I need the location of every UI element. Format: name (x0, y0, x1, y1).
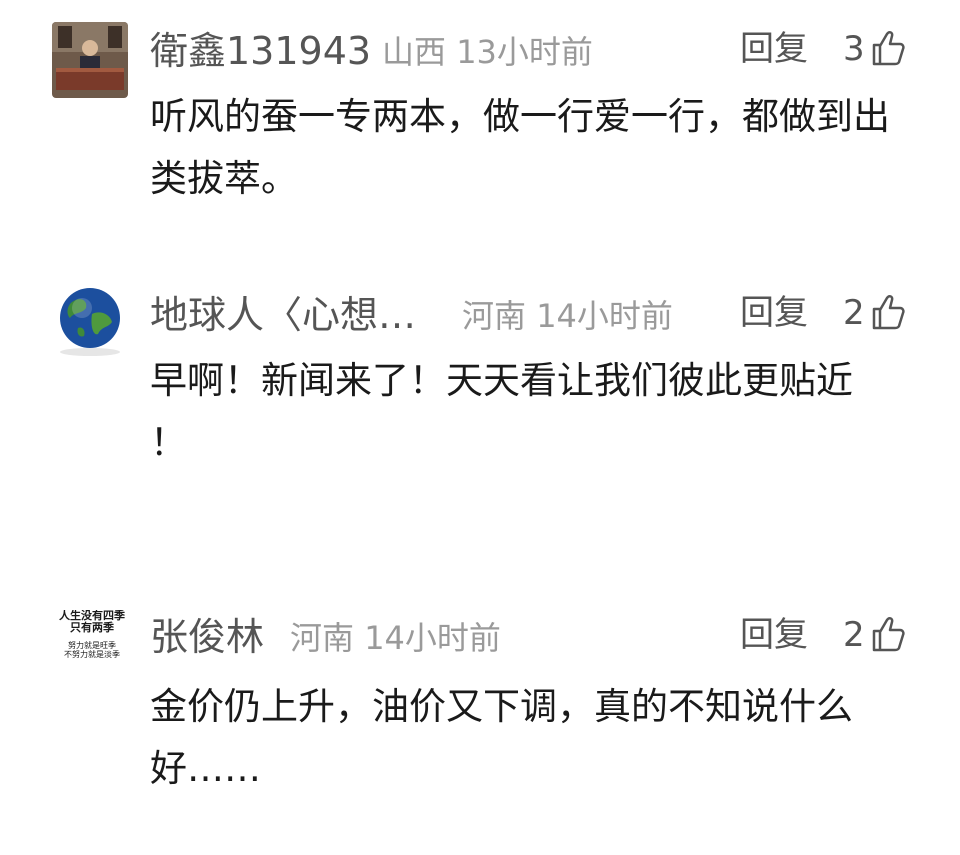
timestamp: 13小时前 (456, 33, 593, 71)
globe-avatar-icon (52, 284, 128, 360)
avatar[interactable] (52, 22, 128, 98)
like-button[interactable]: 2 (843, 293, 905, 336)
comment-meta: 山西 13小时前 (382, 36, 593, 68)
like-count: 3 (843, 29, 865, 69)
comment-item: 人生没有四季 只有两季 努力就是旺季 不努力就是淡季 张俊林 河南 14小时前 … (0, 600, 960, 830)
person-desk-photo-avatar-icon (52, 22, 128, 98)
thumbs-up-icon (871, 294, 905, 336)
username[interactable]: 衛鑫131943 (150, 32, 371, 70)
reply-button[interactable]: 回复 (740, 32, 808, 66)
timestamp: 14小时前 (364, 619, 501, 657)
timestamp: 14小时前 (536, 297, 673, 335)
avatar[interactable]: 人生没有四季 只有两季 努力就是旺季 不努力就是淡季 (52, 610, 132, 686)
username[interactable]: 张俊林 (150, 618, 264, 656)
like-button[interactable]: 3 (843, 29, 905, 72)
comment-text: 早啊！新闻来了！天天看让我们彼此更贴近 ！ (150, 359, 853, 464)
reply-button[interactable]: 回复 (740, 296, 808, 330)
comment-text: 听风的蚕一专两本，做一行爱一行，都做到出类拔萃。 (150, 95, 890, 200)
comment-text: 金价仍上升，油价又下调，真的不知说什么好…… (150, 685, 853, 790)
username[interactable]: 地球人〈心想… (150, 296, 416, 334)
thumbs-up-icon (871, 30, 905, 72)
reply-button[interactable]: 回复 (740, 618, 808, 652)
location: 河南 (290, 619, 355, 657)
comment-meta: 河南 14小时前 (462, 300, 673, 332)
comment-item: 地球人〈心想… 河南 14小时前 回复 2 早啊！新闻来了！天天看让我们彼此更贴… (0, 270, 960, 570)
comment-meta: 河南 14小时前 (290, 622, 501, 654)
calligraphy-avatar-icon: 人生没有四季 只有两季 努力就是旺季 不努力就是淡季 (59, 610, 125, 659)
location: 河南 (462, 297, 527, 335)
like-button[interactable]: 2 (843, 615, 905, 658)
thumbs-up-icon (871, 616, 905, 658)
location: 山西 (382, 33, 447, 71)
like-count: 2 (843, 615, 865, 655)
like-count: 2 (843, 293, 865, 333)
comment-item: 衛鑫131943 山西 13小时前 回复 3 听风的蚕一专两本，做一行爱一行，都… (0, 0, 960, 260)
avatar[interactable] (52, 284, 128, 360)
